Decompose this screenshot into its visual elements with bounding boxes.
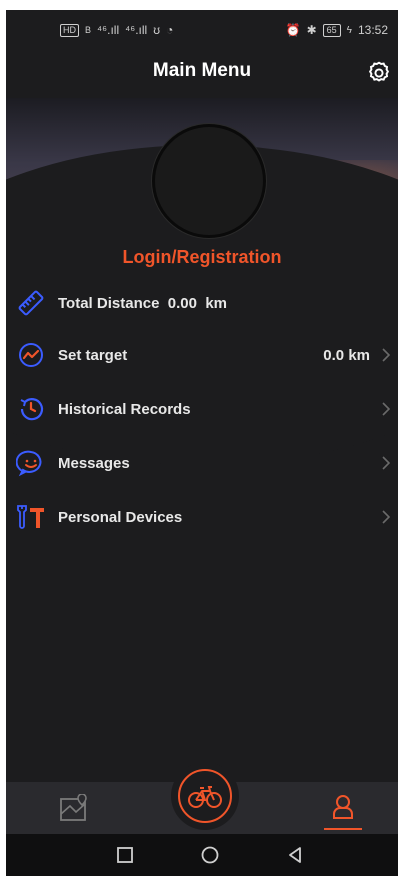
bluetooth-icon: ✱ bbox=[306, 23, 317, 37]
status-left: HD B ⁴⁶.ıll ⁴⁶.ıll ʊ ◔ bbox=[60, 23, 173, 37]
avatar[interactable] bbox=[152, 124, 266, 238]
login-registration-link[interactable]: Login/Registration bbox=[6, 247, 398, 268]
person-icon[interactable] bbox=[328, 792, 358, 822]
messages-row[interactable]: Messages bbox=[6, 444, 398, 484]
alarm-notification-icon: ◔ bbox=[166, 23, 174, 37]
page-title: Main Menu bbox=[152, 60, 252, 81]
clock-history-icon bbox=[20, 398, 44, 421]
status-right: ⏰ ✱ 65 ϟ 13:52 bbox=[286, 23, 388, 37]
ride-button[interactable] bbox=[178, 769, 232, 823]
alarm-icon: ⏰ bbox=[285, 23, 301, 37]
tools-icon bbox=[17, 505, 44, 529]
set-target-value: 0.0 km bbox=[323, 347, 370, 364]
map-pin-icon[interactable] bbox=[58, 794, 88, 824]
settings-button[interactable] bbox=[366, 60, 392, 86]
total-distance-row: Total Distance 0.00 km bbox=[6, 284, 398, 324]
smile-chat-icon bbox=[16, 450, 42, 477]
historical-records-label: Historical Records bbox=[58, 401, 191, 418]
total-distance-label: Total Distance bbox=[58, 295, 160, 312]
home-button[interactable] bbox=[199, 844, 221, 866]
recents-button[interactable] bbox=[114, 844, 136, 866]
battery-level: 65 bbox=[322, 23, 341, 37]
trend-icon bbox=[19, 343, 43, 367]
chevron-right-icon bbox=[382, 510, 391, 524]
set-target-label: Set target bbox=[58, 347, 128, 364]
status-bar: HD B ⁴⁶.ıll ⁴⁶.ıll ʊ ◔ ⏰ ✱ 65 ϟ 13:52 bbox=[6, 10, 398, 50]
active-tab-indicator bbox=[324, 828, 362, 830]
personal-devices-label: Personal Devices bbox=[58, 509, 183, 526]
app-screen: HD B ⁴⁶.ıll ⁴⁶.ıll ʊ ◔ ⏰ ✱ 65 ϟ 13:52 Ma… bbox=[6, 10, 398, 876]
system-nav-bar bbox=[6, 834, 398, 876]
hd-badge: HD bbox=[60, 23, 79, 37]
clock: 13:52 bbox=[357, 23, 388, 37]
signal-icon: ⁴⁶.ıll bbox=[97, 23, 120, 37]
charging-icon: ϟ bbox=[346, 24, 352, 36]
gear-icon bbox=[368, 61, 390, 82]
chevron-right-icon bbox=[382, 348, 391, 362]
ruler-icon bbox=[18, 290, 44, 316]
header: Main Menu bbox=[6, 50, 398, 98]
b-indicator: B bbox=[85, 25, 92, 35]
set-target-row[interactable]: Set target 0.0 km bbox=[6, 336, 398, 376]
total-distance-value: 0.00 bbox=[167, 295, 197, 312]
messages-label: Messages bbox=[58, 455, 130, 472]
back-button[interactable] bbox=[284, 844, 306, 866]
signal-icon: ⁴⁶.ıll bbox=[125, 23, 148, 37]
chevron-right-icon bbox=[382, 456, 391, 470]
historical-records-row[interactable]: Historical Records bbox=[6, 390, 398, 430]
chevron-right-icon bbox=[382, 402, 391, 416]
bicycle-icon bbox=[188, 786, 222, 808]
total-distance-text: Total Distance 0.00 km bbox=[58, 295, 227, 312]
app-notification-icon: ʊ bbox=[153, 23, 161, 37]
total-distance-unit: km bbox=[205, 295, 227, 312]
bottom-nav bbox=[6, 762, 398, 834]
personal-devices-row[interactable]: Personal Devices bbox=[6, 498, 398, 538]
